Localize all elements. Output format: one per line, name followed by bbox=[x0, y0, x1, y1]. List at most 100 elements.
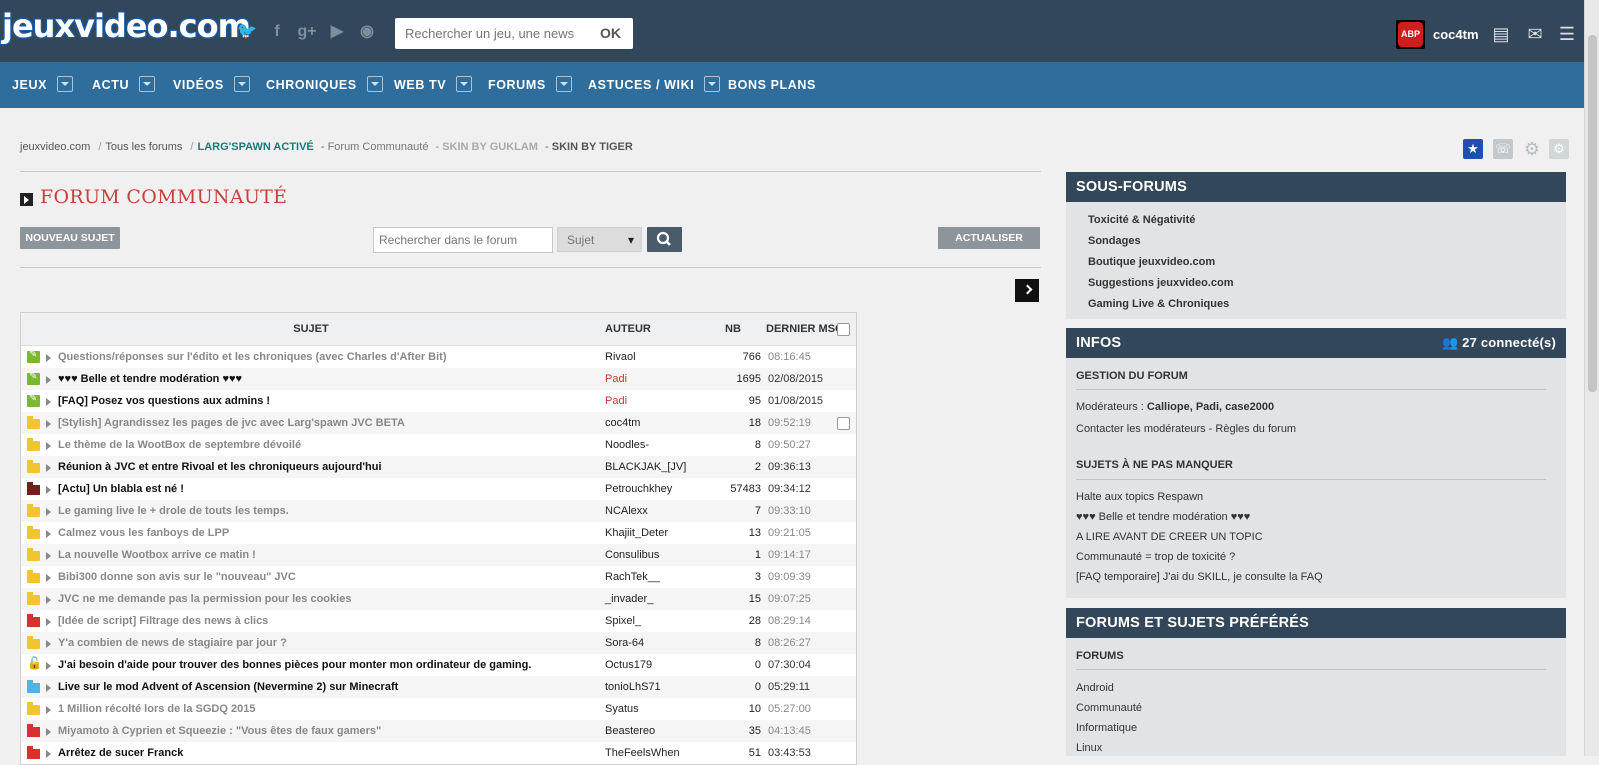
table-row[interactable]: [Idée de script] Filtrage des news à cli… bbox=[21, 610, 856, 632]
dropdown-arrow-icon[interactable] bbox=[139, 75, 156, 92]
profile-card-icon[interactable]: ▤ bbox=[1491, 25, 1511, 43]
col-author[interactable]: AUTEUR bbox=[605, 313, 651, 345]
expand-arrow-icon[interactable] bbox=[46, 552, 51, 560]
nav-forums[interactable]: FORUMS bbox=[488, 62, 572, 108]
topic-last-msg[interactable]: 09:14:17 bbox=[768, 544, 811, 566]
topic-author[interactable]: Rivaol bbox=[605, 346, 636, 368]
table-row[interactable]: 1 Million récolté lors de la SGDQ 2015 Sy… bbox=[21, 698, 856, 720]
topic-author[interactable]: Padi bbox=[605, 390, 627, 412]
breadcrumb-forum[interactable]: Forum Communauté bbox=[328, 141, 429, 153]
table-row[interactable]: [FAQ] Posez vos questions aux admins ! Pa… bbox=[21, 390, 856, 412]
topic-title[interactable]: Calmez vous les fanboys de LPP bbox=[58, 522, 229, 544]
topic-title[interactable]: Live sur le mod Advent of Ascension (Nev… bbox=[58, 676, 398, 698]
must-read-link[interactable]: ♥♥♥ Belle et tendre modération ♥♥♥ bbox=[1076, 511, 1250, 523]
topic-title[interactable]: Bibi300 donne son avis sur le "nouveau" … bbox=[58, 566, 296, 588]
must-read-link[interactable]: A LIRE AVANT DE CREER UN TOPIC bbox=[1076, 531, 1263, 543]
table-row[interactable]: Le gaming live le + drole de touts les t… bbox=[21, 500, 856, 522]
topic-author[interactable]: Spixel_ bbox=[605, 610, 641, 632]
topic-title[interactable]: [FAQ] Posez vos questions aux admins ! bbox=[58, 390, 270, 412]
breadcrumb-home[interactable]: jeuxvideo.com bbox=[20, 141, 90, 153]
topic-last-msg[interactable]: 09:36:13 bbox=[768, 456, 811, 478]
topic-last-msg[interactable]: 09:34:12 bbox=[768, 478, 811, 500]
topic-last-msg[interactable]: 08:29:14 bbox=[768, 610, 811, 632]
topic-author[interactable]: Sora-64 bbox=[605, 632, 644, 654]
dropdown-arrow-icon[interactable] bbox=[555, 75, 572, 92]
contact-link[interactable]: Contacter les modérateurs - Règles du fo… bbox=[1076, 423, 1296, 435]
table-row[interactable]: [Actu] Un blabla est né ! Petrouchkhey 574… bbox=[21, 478, 856, 500]
expand-arrow-icon[interactable] bbox=[46, 750, 51, 758]
username[interactable]: coc4tm bbox=[1433, 27, 1479, 42]
topic-author[interactable]: Padi bbox=[605, 368, 627, 390]
page-scrollbar[interactable] bbox=[1584, 0, 1599, 756]
dropdown-arrow-icon[interactable] bbox=[233, 75, 250, 92]
topic-last-msg[interactable]: 05:27:00 bbox=[768, 698, 811, 720]
topic-title[interactable]: Le thème de la WootBox de septembre dévo… bbox=[58, 434, 301, 456]
gear-icon[interactable]: ⚙ bbox=[1522, 139, 1542, 159]
col-nb[interactable]: NB bbox=[725, 313, 741, 345]
expand-arrow-icon[interactable] bbox=[46, 640, 51, 648]
topic-last-msg[interactable]: 04:13:45 bbox=[768, 720, 811, 742]
topic-last-msg[interactable]: 09:21:05 bbox=[768, 522, 811, 544]
nav-chroniques[interactable]: CHRONIQUES bbox=[266, 62, 383, 108]
breadcrumb-tiger[interactable]: SKIN BY TIGER bbox=[552, 141, 633, 153]
breadcrumb-all-forums[interactable]: Tous les forums bbox=[105, 141, 182, 153]
topic-title[interactable]: Y'a combien de news de stagiaire par jou… bbox=[58, 632, 287, 654]
topic-last-msg[interactable]: 08:26:27 bbox=[768, 632, 811, 654]
notification-icon[interactable]: ☏ bbox=[1493, 139, 1513, 159]
facebook-icon[interactable]: f bbox=[267, 23, 287, 41]
topic-title[interactable]: [Actu] Un blabla est né ! bbox=[58, 478, 184, 500]
topic-last-msg[interactable]: 09:09:39 bbox=[768, 566, 811, 588]
topic-title[interactable]: Miyamoto à Cyprien et Squeezie : "Vous ê… bbox=[58, 720, 381, 742]
table-row[interactable]: J'ai besoin d'aide pour trouver des bonn… bbox=[21, 654, 856, 676]
rss-icon[interactable]: ◉ bbox=[357, 23, 377, 41]
expand-arrow-icon[interactable] bbox=[46, 398, 51, 406]
expand-arrow-icon[interactable] bbox=[46, 464, 51, 472]
table-row[interactable]: Miyamoto à Cyprien et Squeezie : "Vous ê… bbox=[21, 720, 856, 742]
expand-arrow-icon[interactable] bbox=[46, 420, 51, 428]
dropdown-arrow-icon[interactable] bbox=[456, 75, 473, 92]
twitter-icon[interactable]: 🐦 bbox=[237, 23, 257, 41]
topic-title[interactable]: Arrêtez de sucer Franck bbox=[58, 742, 183, 764]
topic-author[interactable]: Syatus bbox=[605, 698, 639, 720]
table-row[interactable]: Y'a combien de news de stagiaire par jou… bbox=[21, 632, 856, 654]
favorite-forum-link[interactable]: Informatique bbox=[1076, 722, 1137, 734]
expand-arrow-icon[interactable] bbox=[46, 530, 51, 538]
table-row[interactable]: JVC ne me demande pas la permission pour… bbox=[21, 588, 856, 610]
mail-icon[interactable]: ✉ bbox=[1525, 25, 1545, 43]
topic-last-msg[interactable]: 07:30:04 bbox=[768, 654, 811, 676]
breadcrumb-larg[interactable]: LARG'SPAWN ACTIVÉ bbox=[197, 141, 313, 153]
table-row[interactable]: Le thème de la WootBox de septembre dévo… bbox=[21, 434, 856, 456]
expand-arrow-icon[interactable] bbox=[46, 508, 51, 516]
topic-title[interactable]: [Idée de script] Filtrage des news à cli… bbox=[58, 610, 268, 632]
must-read-link[interactable]: [FAQ temporaire] J'ai du SKILL, je consu… bbox=[1076, 571, 1323, 583]
site-logo[interactable]: jeuxvideo.com bbox=[2, 6, 251, 46]
forum-search-button[interactable] bbox=[647, 227, 682, 252]
topic-author[interactable]: tonioLhS71 bbox=[605, 676, 661, 698]
topic-author[interactable]: Petrouchkhey bbox=[605, 478, 672, 500]
table-row[interactable]: Calmez vous les fanboys de LPP Khajiit_De… bbox=[21, 522, 856, 544]
connected-count[interactable]: 👥 27 connecté(s) bbox=[1442, 328, 1556, 358]
topic-last-msg[interactable]: 09:50:27 bbox=[768, 434, 811, 456]
expand-arrow-icon[interactable] bbox=[46, 354, 51, 362]
settings-small-icon[interactable]: ⚙ bbox=[1549, 139, 1569, 159]
youtube-icon[interactable]: ▶ bbox=[327, 23, 347, 41]
refresh-button[interactable]: ACTUALISER bbox=[938, 227, 1040, 249]
topic-checkbox[interactable] bbox=[837, 417, 850, 430]
topic-last-msg[interactable]: 02/08/2015 bbox=[768, 368, 823, 390]
topic-author[interactable]: RachTek__ bbox=[605, 566, 660, 588]
nav-webtv[interactable]: WEB TV bbox=[394, 62, 473, 108]
topic-title[interactable]: JVC ne me demande pas la permission pour… bbox=[58, 588, 351, 610]
topic-last-msg[interactable]: 09:07:25 bbox=[768, 588, 811, 610]
expand-arrow-icon[interactable] bbox=[46, 728, 51, 736]
topic-last-msg[interactable]: 03:43:53 bbox=[768, 742, 811, 764]
dropdown-arrow-icon[interactable] bbox=[704, 75, 721, 92]
topic-title[interactable]: ♥♥♥ Belle et tendre modération ♥♥♥ bbox=[58, 368, 242, 390]
table-row[interactable]: La nouvelle Wootbox arrive ce matin ! Con… bbox=[21, 544, 856, 566]
nav-jeux[interactable]: JEUX bbox=[12, 62, 74, 108]
expand-arrow-icon[interactable] bbox=[46, 442, 51, 450]
subforum-link[interactable]: Suggestions jeuxvideo.com bbox=[1088, 277, 1233, 289]
new-topic-button[interactable]: NOUVEAU SUJET bbox=[20, 227, 120, 249]
select-all-checkbox[interactable] bbox=[837, 323, 850, 336]
table-row[interactable]: Réunion à JVC et entre Rivoal et les chr… bbox=[21, 456, 856, 478]
topic-author[interactable]: TheFeelsWhen bbox=[605, 742, 680, 764]
